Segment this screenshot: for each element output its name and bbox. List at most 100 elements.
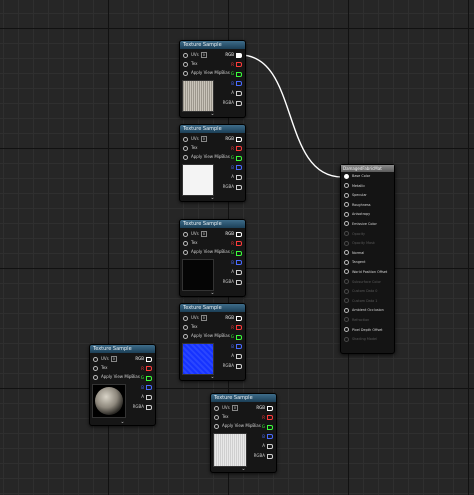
- material-input-ambient-occlusion[interactable]: Ambient Occlusion: [341, 306, 394, 316]
- chevron-down-icon[interactable]: ⌄: [180, 290, 245, 296]
- output-rgb[interactable]: RGB: [225, 51, 242, 59]
- material-input-tangent[interactable]: Tangent: [341, 258, 394, 268]
- output-pin[interactable]: [267, 443, 273, 449]
- uv-index-field[interactable]: 0: [200, 52, 207, 58]
- output-pin[interactable]: [267, 405, 273, 411]
- material-input-custom-data-0[interactable]: Custom Data 0: [341, 287, 394, 297]
- chevron-down-icon[interactable]: ⌄: [180, 374, 245, 380]
- tex-input-row[interactable]: Tex: [183, 60, 198, 68]
- uvs-input-pin[interactable]: [183, 315, 188, 321]
- output-b[interactable]: B: [141, 384, 152, 392]
- output-pin[interactable]: [236, 260, 242, 266]
- mip-bias-input-pin[interactable]: [93, 374, 98, 380]
- mip-bias-input-pin[interactable]: [183, 249, 188, 255]
- output-pin[interactable]: [146, 385, 152, 391]
- output-r[interactable]: R: [262, 414, 273, 422]
- material-input-refraction[interactable]: Refraction: [341, 316, 394, 326]
- output-rgb[interactable]: RGB: [135, 355, 152, 363]
- tex-input-pin[interactable]: [183, 324, 188, 330]
- output-r[interactable]: R: [231, 145, 242, 153]
- output-pin[interactable]: [236, 334, 242, 340]
- material-input-emissive-color[interactable]: Emissive Color: [341, 220, 394, 230]
- mip-bias-input-pin[interactable]: [183, 333, 188, 339]
- output-g[interactable]: G: [231, 70, 242, 78]
- output-g[interactable]: G: [262, 423, 273, 431]
- mip-bias-input-pin[interactable]: [183, 154, 188, 160]
- output-rgb[interactable]: RGB: [256, 404, 273, 412]
- output-a[interactable]: A: [231, 268, 242, 276]
- input-pin[interactable]: [344, 288, 349, 294]
- output-pin[interactable]: [267, 434, 273, 440]
- texture-sample-node[interactable]: Texture Sample UVs 0 Tex Apply View MipBias R…: [179, 124, 246, 202]
- material-input-metallic[interactable]: Metallic: [341, 182, 394, 192]
- material-graph-canvas[interactable]: Texture Sample UVs 0 Tex Apply View MipBias R…: [0, 0, 474, 495]
- material-input-opacity[interactable]: Opacity: [341, 230, 394, 240]
- output-pin[interactable]: [146, 394, 152, 400]
- chevron-down-icon[interactable]: ⌄: [180, 111, 245, 117]
- output-pin[interactable]: [236, 165, 242, 171]
- uvs-input-pin[interactable]: [183, 136, 188, 142]
- uvs-input-row[interactable]: UVs 0: [183, 135, 207, 143]
- output-r[interactable]: R: [231, 61, 242, 69]
- input-pin[interactable]: [344, 298, 349, 304]
- output-pin[interactable]: [146, 404, 152, 410]
- input-pin[interactable]: [344, 202, 349, 208]
- output-pin[interactable]: [236, 279, 242, 285]
- uvs-input-row[interactable]: UVs 0: [93, 355, 117, 363]
- output-pin[interactable]: [236, 231, 242, 237]
- output-pin[interactable]: [236, 315, 242, 321]
- output-pin[interactable]: [236, 363, 242, 369]
- material-result-node[interactable]: DamagedFabricMat Base Color Metallic Specu…: [340, 164, 395, 354]
- output-rgba[interactable]: RGBA: [223, 362, 242, 370]
- output-pin[interactable]: [146, 366, 152, 372]
- input-pin[interactable]: [344, 317, 349, 323]
- output-pin[interactable]: [236, 100, 242, 106]
- input-pin[interactable]: [344, 173, 349, 179]
- chevron-down-icon[interactable]: ⌄: [90, 419, 155, 425]
- material-input-base-color[interactable]: Base Color: [341, 172, 394, 182]
- tex-input-pin[interactable]: [93, 365, 98, 371]
- output-b[interactable]: B: [231, 80, 242, 88]
- texture-sample-node[interactable]: Texture Sample UVs 0 Tex Apply View MipBias R…: [210, 393, 277, 473]
- output-a[interactable]: A: [231, 352, 242, 360]
- uv-index-field[interactable]: 0: [200, 231, 207, 237]
- input-pin[interactable]: [344, 250, 349, 256]
- chevron-down-icon[interactable]: ⌄: [211, 466, 276, 472]
- output-rgba[interactable]: RGBA: [223, 99, 242, 107]
- output-rgba[interactable]: RGBA: [223, 278, 242, 286]
- input-pin[interactable]: [344, 307, 349, 313]
- input-pin[interactable]: [344, 279, 349, 285]
- material-input-opacity-mask[interactable]: Opacity Mask: [341, 239, 394, 249]
- uvs-input-pin[interactable]: [93, 356, 98, 362]
- output-rgb[interactable]: RGB: [225, 230, 242, 238]
- mip-bias-input-pin[interactable]: [214, 423, 219, 429]
- uv-index-field[interactable]: 0: [231, 405, 238, 411]
- output-rgb[interactable]: RGB: [225, 135, 242, 143]
- tex-input-pin[interactable]: [214, 414, 219, 420]
- material-input-subsurface-color[interactable]: Subsurface Color: [341, 278, 394, 288]
- uvs-input-pin[interactable]: [183, 52, 188, 58]
- mip-bias-input-pin[interactable]: [183, 70, 188, 76]
- mip-bias-input-row[interactable]: Apply View MipBias: [183, 248, 230, 256]
- output-g[interactable]: G: [231, 154, 242, 162]
- output-rgba[interactable]: RGBA: [133, 403, 152, 411]
- output-pin[interactable]: [236, 62, 242, 68]
- output-r[interactable]: R: [231, 240, 242, 248]
- uvs-input-row[interactable]: UVs 0: [214, 404, 238, 412]
- output-a[interactable]: A: [231, 89, 242, 97]
- input-pin[interactable]: [344, 269, 349, 275]
- input-pin[interactable]: [344, 221, 349, 227]
- output-pin[interactable]: [236, 52, 242, 58]
- output-pin[interactable]: [236, 241, 242, 247]
- texture-sample-node[interactable]: Texture Sample UVs 0 Tex Apply View MipBias R…: [179, 303, 246, 381]
- input-pin[interactable]: [344, 336, 349, 342]
- mip-bias-input-row[interactable]: Apply View MipBias: [183, 153, 230, 161]
- input-pin[interactable]: [344, 259, 349, 265]
- output-b[interactable]: B: [231, 343, 242, 351]
- tex-input-pin[interactable]: [183, 61, 188, 67]
- input-pin[interactable]: [344, 231, 349, 237]
- output-rgba[interactable]: RGBA: [254, 452, 273, 460]
- texture-sample-node[interactable]: Texture Sample UVs 0 Tex Apply View MipBias R…: [179, 40, 246, 118]
- mip-bias-input-row[interactable]: Apply View MipBias: [183, 332, 230, 340]
- tex-input-row[interactable]: Tex: [183, 323, 198, 331]
